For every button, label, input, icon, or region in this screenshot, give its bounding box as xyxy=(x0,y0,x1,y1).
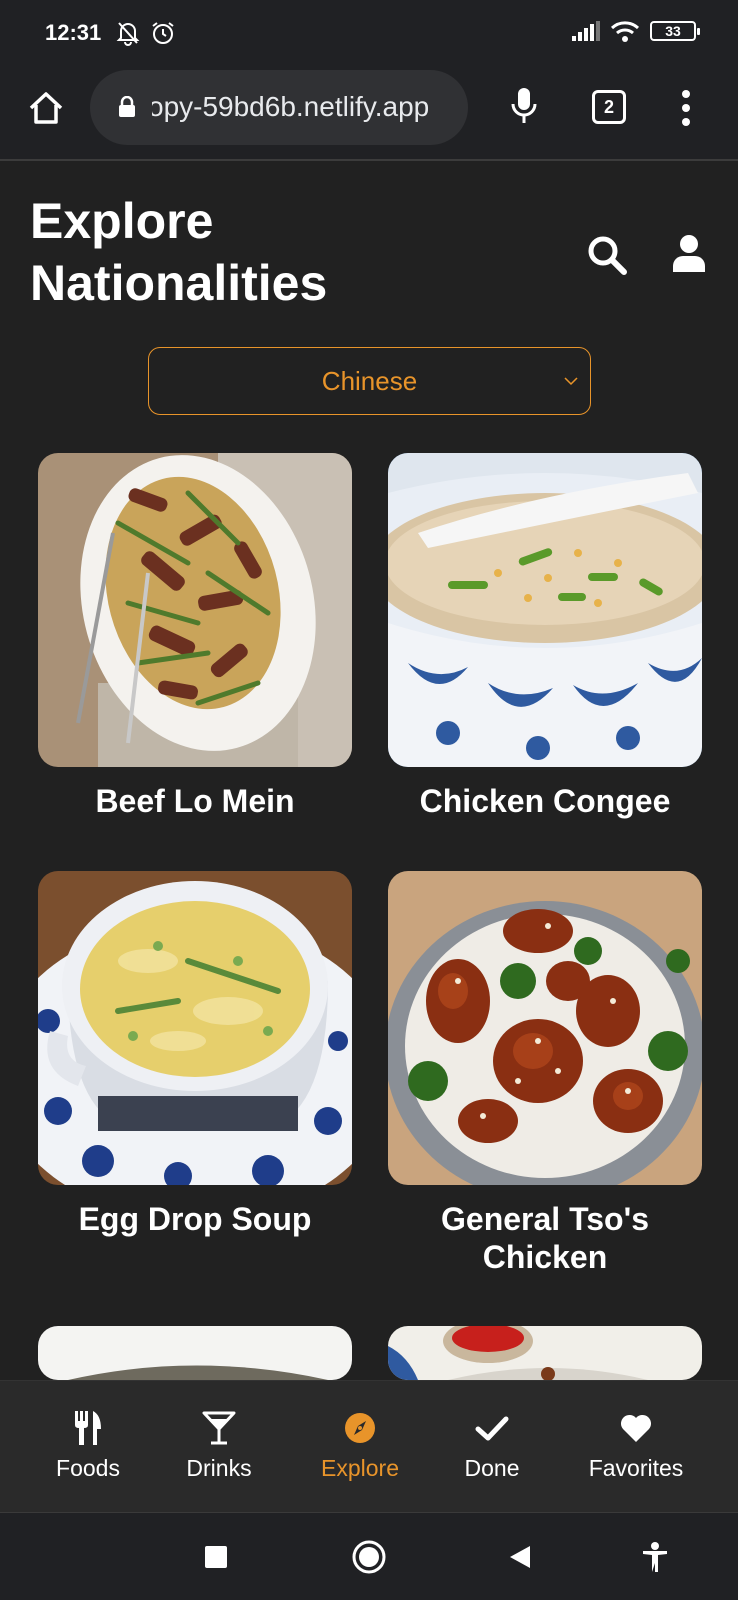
nav-label: Foods xyxy=(56,1455,120,1481)
recipe-card[interactable] xyxy=(388,1326,702,1380)
recipe-name[interactable]: Egg Drop Soup xyxy=(38,1200,352,1238)
recipe-name[interactable]: Chicken Congee xyxy=(388,782,702,820)
nav-item-explore[interactable]: Explore xyxy=(310,1381,410,1513)
more-menu-icon[interactable] xyxy=(680,88,692,128)
home-icon[interactable] xyxy=(26,88,66,128)
compass-icon xyxy=(345,1413,375,1443)
address-bar[interactable]: copy-59bd6b.netlify.app xyxy=(90,70,468,145)
recents-icon[interactable] xyxy=(205,1546,227,1568)
recipe-card-beef-lo-mein[interactable]: Beef Lo Mein xyxy=(38,453,352,820)
status-right-icons: 33 xyxy=(572,20,700,42)
recipe-card[interactable] xyxy=(38,1326,352,1380)
recipe-name[interactable]: Beef Lo Mein xyxy=(38,782,352,820)
recipe-image[interactable] xyxy=(38,871,352,1185)
alarm-icon xyxy=(152,22,174,44)
accessibility-icon[interactable] xyxy=(641,1542,669,1572)
recipe-image[interactable] xyxy=(38,1326,352,1380)
nationality-select-value: Chinese xyxy=(321,365,418,396)
search-icon[interactable] xyxy=(586,234,628,276)
heart-icon xyxy=(620,1414,652,1442)
recipe-image[interactable] xyxy=(388,1326,702,1380)
status-left-icons xyxy=(116,20,176,46)
home-circle-icon[interactable] xyxy=(352,1540,386,1574)
status-time: 12:31 xyxy=(45,20,102,45)
nav-label: Explore xyxy=(321,1455,399,1481)
battery-icon: 33 xyxy=(650,21,700,41)
recipe-name[interactable]: General Tso's Chicken xyxy=(388,1200,702,1276)
signal-icon xyxy=(572,21,600,41)
bottom-navigation: Foods Drinks Explore Done Favorites xyxy=(0,1380,738,1512)
profile-icon[interactable] xyxy=(671,234,707,274)
recipe-card-chicken-congee[interactable]: Chicken Congee xyxy=(388,453,702,820)
check-icon xyxy=(475,1416,509,1441)
page-title: Explore Nationalities xyxy=(30,193,328,311)
nav-item-done[interactable]: Done xyxy=(448,1381,536,1513)
nationality-select[interactable]: Chinese xyxy=(148,347,591,415)
bell-off-icon xyxy=(116,22,140,46)
lock-icon xyxy=(119,96,135,117)
cocktail-icon xyxy=(202,1411,236,1445)
browser-toolbar: copy-59bd6b.netlify.app 2 xyxy=(0,70,738,161)
nav-item-foods[interactable]: Foods xyxy=(44,1381,132,1513)
wifi-icon xyxy=(610,21,640,42)
recipe-card-general-tsos-chicken[interactable]: General Tso's Chicken xyxy=(388,871,702,1276)
recipe-image[interactable] xyxy=(38,453,352,767)
chevron-down-icon xyxy=(564,377,578,386)
nav-label: Done xyxy=(464,1455,520,1481)
nav-item-drinks[interactable]: Drinks xyxy=(175,1381,263,1513)
nav-item-favorites[interactable]: Favorites xyxy=(576,1381,696,1513)
back-icon[interactable] xyxy=(508,1545,532,1569)
tab-switcher-button[interactable]: 2 xyxy=(592,90,626,124)
microphone-icon[interactable] xyxy=(508,86,540,126)
status-bar: 12:31 33 xyxy=(0,0,738,70)
recipe-card-egg-drop-soup[interactable]: Egg Drop Soup xyxy=(38,871,352,1238)
system-navigation-bar xyxy=(0,1512,738,1600)
nav-label: Favorites xyxy=(588,1455,684,1481)
recipe-image[interactable] xyxy=(388,453,702,767)
recipe-image[interactable] xyxy=(388,871,702,1185)
fork-knife-icon xyxy=(75,1411,101,1445)
nav-label: Drinks xyxy=(186,1455,252,1481)
url-text: copy-59bd6b.netlify.app xyxy=(152,91,430,122)
